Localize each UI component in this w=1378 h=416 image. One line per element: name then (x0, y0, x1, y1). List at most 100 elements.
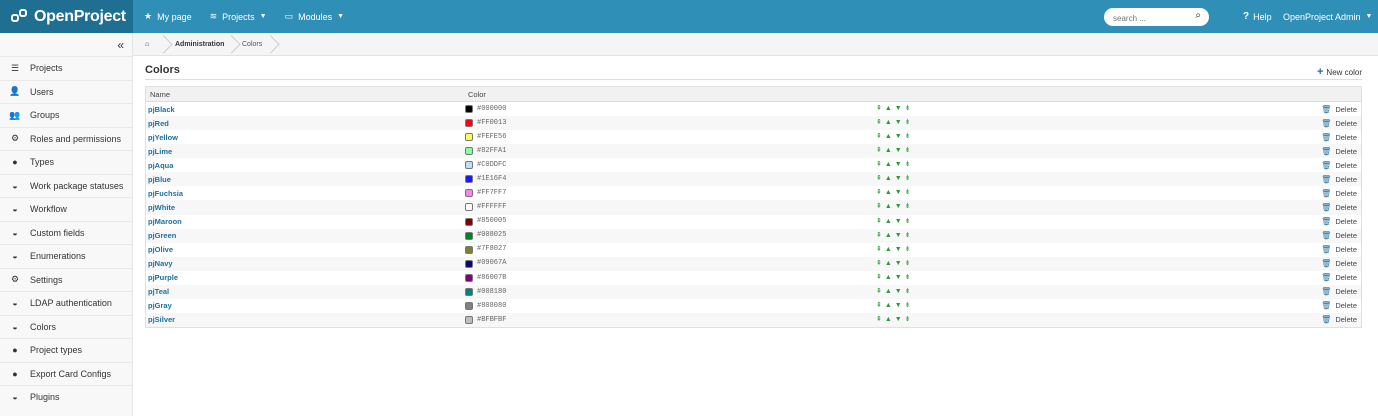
move-up-icon[interactable]: ▲ (885, 260, 892, 267)
move-up-icon[interactable]: ▲ (885, 119, 892, 126)
sidebar-item-settings[interactable]: ⚙ Settings (0, 267, 132, 292)
delete-button[interactable]: 🗑 Delete (1321, 301, 1357, 310)
move-down-icon[interactable]: ▼ (895, 288, 902, 295)
delete-button[interactable]: 🗑 Delete (1321, 231, 1357, 240)
sidebar-item-groups[interactable]: 👥 Groups (0, 103, 132, 127)
delete-button[interactable]: 🗑 Delete (1321, 245, 1357, 254)
move-top-icon[interactable]: ⇞ (876, 288, 882, 295)
move-down-icon[interactable]: ▼ (895, 302, 902, 309)
move-down-icon[interactable]: ▼ (895, 260, 902, 267)
color-name-link[interactable]: pjRed (148, 119, 169, 128)
move-bottom-icon[interactable]: ⇟ (905, 133, 911, 140)
color-name-link[interactable]: pjYellow (148, 133, 178, 142)
move-down-icon[interactable]: ▼ (895, 316, 902, 323)
move-up-icon[interactable]: ▲ (885, 232, 892, 239)
move-up-icon[interactable]: ▲ (885, 288, 892, 295)
collapse-sidebar-icon[interactable]: « (117, 38, 124, 52)
move-up-icon[interactable]: ▲ (885, 175, 892, 182)
move-down-icon[interactable]: ▼ (895, 147, 902, 154)
delete-button[interactable]: 🗑 Delete (1321, 273, 1357, 282)
user-menu[interactable]: OpenProject Admin ▼ (1283, 0, 1372, 33)
new-color-button[interactable]: + New color (1317, 66, 1362, 78)
move-top-icon[interactable]: ⇞ (876, 133, 882, 140)
move-down-icon[interactable]: ▼ (895, 161, 902, 168)
move-top-icon[interactable]: ⇞ (876, 232, 882, 239)
move-bottom-icon[interactable]: ⇟ (905, 274, 911, 281)
nav-projects[interactable]: ≋ Projects ▼ (210, 11, 267, 22)
color-name-link[interactable]: pjAqua (148, 161, 173, 170)
search-input[interactable] (1111, 9, 1195, 28)
move-bottom-icon[interactable]: ⇟ (905, 316, 911, 323)
sidebar-item-projects[interactable]: ☰ Projects (0, 56, 132, 80)
sidebar-item-ldap-authentication[interactable]: ◒ LDAP authentication (0, 291, 132, 315)
breadcrumb-colors[interactable]: Colors (242, 33, 262, 55)
move-bottom-icon[interactable]: ⇟ (905, 189, 911, 196)
color-name-link[interactable]: pjSilver (148, 315, 175, 324)
move-top-icon[interactable]: ⇞ (876, 316, 882, 323)
color-name-link[interactable]: pjLime (148, 147, 172, 156)
move-up-icon[interactable]: ▲ (885, 218, 892, 225)
move-up-icon[interactable]: ▲ (885, 302, 892, 309)
color-name-link[interactable]: pjBlack (148, 105, 175, 114)
move-top-icon[interactable]: ⇞ (876, 302, 882, 309)
move-bottom-icon[interactable]: ⇟ (905, 203, 911, 210)
color-name-link[interactable]: pjOlive (148, 245, 173, 254)
sidebar-item-project-types[interactable]: ● Project types (0, 338, 132, 362)
move-bottom-icon[interactable]: ⇟ (905, 246, 911, 253)
delete-button[interactable]: 🗑 Delete (1321, 315, 1357, 324)
sidebar-item-custom-fields[interactable]: ◒ Custom fields (0, 220, 132, 245)
delete-button[interactable]: 🗑 Delete (1321, 147, 1357, 156)
move-top-icon[interactable]: ⇞ (876, 105, 882, 112)
move-down-icon[interactable]: ▼ (895, 218, 902, 225)
move-up-icon[interactable]: ▲ (885, 203, 892, 210)
move-down-icon[interactable]: ▼ (895, 203, 902, 210)
move-bottom-icon[interactable]: ⇟ (905, 260, 911, 267)
help-link[interactable]: ? Help (1243, 0, 1272, 33)
color-name-link[interactable]: pjTeal (148, 287, 169, 296)
move-top-icon[interactable]: ⇞ (876, 274, 882, 281)
move-down-icon[interactable]: ▼ (895, 133, 902, 140)
move-up-icon[interactable]: ▲ (885, 274, 892, 281)
move-bottom-icon[interactable]: ⇟ (905, 147, 911, 154)
move-bottom-icon[interactable]: ⇟ (905, 161, 911, 168)
color-name-link[interactable]: pjFuchsia (148, 189, 183, 198)
color-name-link[interactable]: pjMaroon (148, 217, 182, 226)
move-up-icon[interactable]: ▲ (885, 189, 892, 196)
logo[interactable]: OpenProject (0, 0, 133, 33)
sidebar-item-plugins[interactable]: ◒ Plugins (0, 385, 132, 409)
delete-button[interactable]: 🗑 Delete (1321, 189, 1357, 198)
move-up-icon[interactable]: ▲ (885, 316, 892, 323)
nav-my-page[interactable]: ★ My page (144, 11, 192, 22)
move-top-icon[interactable]: ⇞ (876, 175, 882, 182)
color-name-link[interactable]: pjBlue (148, 175, 171, 184)
move-up-icon[interactable]: ▲ (885, 147, 892, 154)
sidebar-item-workflow[interactable]: ◒ Workflow (0, 197, 132, 221)
move-up-icon[interactable]: ▲ (885, 133, 892, 140)
move-down-icon[interactable]: ▼ (895, 119, 902, 126)
delete-button[interactable]: 🗑 Delete (1321, 161, 1357, 170)
sidebar-item-users[interactable]: 👤 Users (0, 79, 132, 104)
move-bottom-icon[interactable]: ⇟ (905, 218, 911, 225)
move-bottom-icon[interactable]: ⇟ (905, 175, 911, 182)
search-icon[interactable]: ⌕ (1195, 10, 1201, 21)
move-bottom-icon[interactable]: ⇟ (905, 302, 911, 309)
sidebar-item-enumerations[interactable]: ◒ Enumerations (0, 244, 132, 268)
move-down-icon[interactable]: ▼ (895, 246, 902, 253)
delete-button[interactable]: 🗑 Delete (1321, 217, 1357, 226)
color-name-link[interactable]: pjWhite (148, 203, 175, 212)
sidebar-item-export-card-configs[interactable]: ● Export Card Configs (0, 361, 132, 386)
move-down-icon[interactable]: ▼ (895, 274, 902, 281)
delete-button[interactable]: 🗑 Delete (1321, 133, 1357, 142)
delete-button[interactable]: 🗑 Delete (1321, 203, 1357, 212)
sidebar-item-roles-and-permissions[interactable]: ⚙ Roles and permissions (0, 126, 132, 151)
move-down-icon[interactable]: ▼ (895, 232, 902, 239)
move-down-icon[interactable]: ▼ (895, 105, 902, 112)
move-up-icon[interactable]: ▲ (885, 105, 892, 112)
move-down-icon[interactable]: ▼ (895, 175, 902, 182)
breadcrumb-administration[interactable]: Administration (175, 33, 224, 55)
move-top-icon[interactable]: ⇞ (876, 218, 882, 225)
move-bottom-icon[interactable]: ⇟ (905, 232, 911, 239)
color-name-link[interactable]: pjPurple (148, 273, 178, 282)
sidebar-item-work-package-statuses[interactable]: ◒ Work package statuses (0, 173, 132, 198)
home-icon[interactable]: ⌂ (145, 33, 149, 55)
